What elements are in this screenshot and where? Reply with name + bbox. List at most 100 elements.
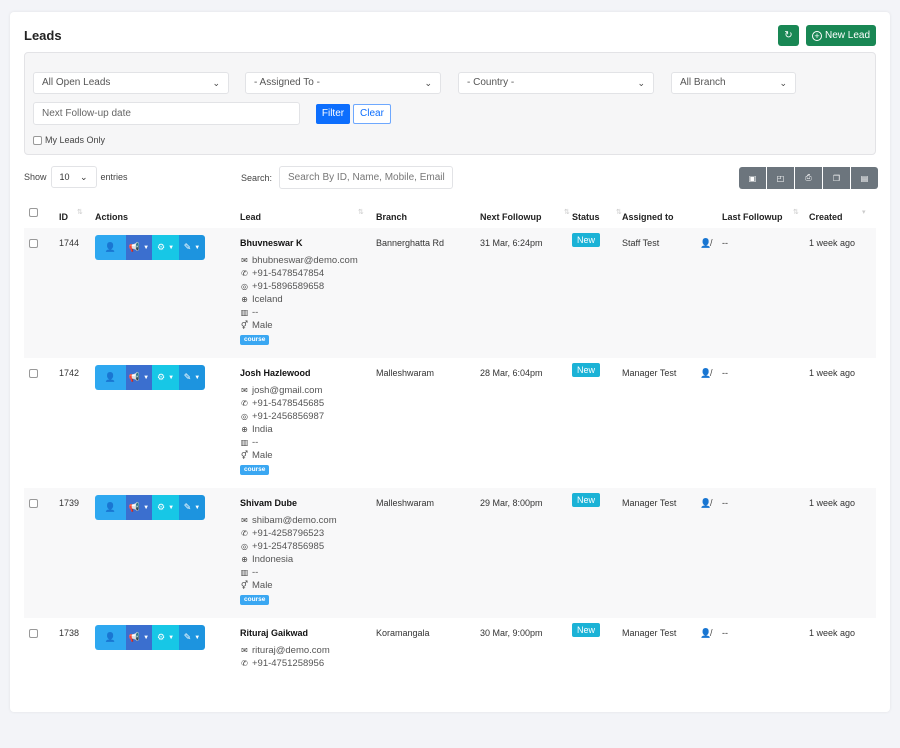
user-clock-icon: 👤 bbox=[104, 242, 117, 252]
assign-user-button[interactable]: 👤 bbox=[95, 625, 126, 650]
branch-value: All Branch bbox=[680, 77, 726, 88]
lead-assigned-to: Manager Test bbox=[622, 628, 677, 638]
column-lead[interactable]: Lead bbox=[240, 212, 261, 222]
assigned-to-value: - Assigned To - bbox=[254, 77, 320, 88]
column-id[interactable]: ID bbox=[59, 212, 68, 222]
my-leads-only-toggle[interactable]: My Leads Only bbox=[33, 135, 105, 145]
lead-last-followup: -- bbox=[722, 498, 728, 508]
edit-dropdown-button[interactable]: ✎ ▼ bbox=[179, 235, 205, 260]
lead-id: 1738 bbox=[59, 628, 80, 638]
assign-user-button[interactable]: 👤 bbox=[95, 235, 126, 260]
lead-gender-value: Male bbox=[252, 450, 273, 461]
column-status[interactable]: Status bbox=[572, 212, 600, 222]
refresh-button[interactable]: ↻ bbox=[778, 25, 799, 46]
lead-phone: ✆ +91-5478547854 bbox=[240, 267, 358, 280]
export-pdf-button[interactable]: ◰ bbox=[767, 167, 794, 189]
print-button[interactable]: ⎙ bbox=[795, 167, 822, 189]
csv-icon: ▤ bbox=[860, 173, 869, 183]
campaign-dropdown-button[interactable]: 📢 ▼ bbox=[126, 495, 152, 520]
lead-company: ▥ -- bbox=[240, 566, 337, 579]
lead-whatsapp: ◎ +91-2547856985 bbox=[240, 540, 337, 553]
campaign-dropdown-button[interactable]: 📢 ▼ bbox=[126, 625, 152, 650]
campaign-dropdown-button[interactable]: 📢 ▼ bbox=[126, 365, 152, 390]
search-input[interactable]: Search By ID, Name, Mobile, Email bbox=[279, 166, 453, 189]
lead-name[interactable]: Bhuvneswar K bbox=[240, 238, 303, 248]
caret-down-icon: ▼ bbox=[168, 244, 175, 251]
lead-gender: ⚥ Male bbox=[240, 319, 358, 332]
filter-panel: All Open Leads ⌄ - Assigned To - ⌄ - Count… bbox=[24, 52, 876, 155]
campaign-dropdown-button[interactable]: 📢 ▼ bbox=[126, 235, 152, 260]
caret-down-icon: ▼ bbox=[168, 634, 175, 641]
row-checkbox[interactable] bbox=[29, 239, 38, 248]
copy-button[interactable]: ❐ bbox=[823, 167, 850, 189]
settings-dropdown-button[interactable]: ⚙ ▼ bbox=[152, 625, 179, 650]
sort-icon: ⇅ bbox=[77, 209, 83, 216]
lead-branch: Malleshwaram bbox=[376, 498, 435, 508]
lead-phone: ✆ +91-4258796523 bbox=[240, 527, 337, 540]
export-csv-button[interactable]: ▤ bbox=[851, 167, 878, 189]
whatsapp-icon: ◎ bbox=[241, 542, 248, 551]
select-all-checkbox[interactable] bbox=[29, 208, 38, 217]
edit-dropdown-button[interactable]: ✎ ▼ bbox=[179, 365, 205, 390]
lead-name[interactable]: Josh Hazlewood bbox=[240, 368, 311, 378]
export-excel-button[interactable]: ▣ bbox=[739, 167, 766, 189]
gear-icon: ⚙ bbox=[156, 242, 166, 252]
gender-icon: ⚥ bbox=[240, 451, 249, 460]
building-icon: ▥ bbox=[240, 438, 249, 447]
lead-name[interactable]: Rituraj Gaikwad bbox=[240, 628, 308, 638]
user-clock-icon: 👤 bbox=[104, 632, 117, 642]
status-cell: New bbox=[572, 493, 601, 507]
lead-status-select[interactable]: All Open Leads ⌄ bbox=[33, 72, 229, 94]
user-edit-icon[interactable]: 👤̸ bbox=[700, 628, 711, 639]
lead-created: 1 week ago bbox=[809, 498, 856, 508]
settings-dropdown-button[interactable]: ⚙ ▼ bbox=[152, 235, 179, 260]
new-lead-button[interactable]: + New Lead bbox=[806, 25, 876, 46]
row-checkbox[interactable] bbox=[29, 369, 38, 378]
my-leads-label: My Leads Only bbox=[45, 135, 106, 145]
lead-email-value: rituraj@demo.com bbox=[252, 645, 330, 656]
lead-status-value: All Open Leads bbox=[42, 77, 111, 88]
next-followup-date-input[interactable]: Next Follow-up date bbox=[33, 102, 300, 125]
assign-user-button[interactable]: 👤 bbox=[95, 365, 126, 390]
settings-dropdown-button[interactable]: ⚙ ▼ bbox=[152, 495, 179, 520]
plus-circle-icon: + bbox=[811, 30, 822, 41]
building-icon: ▥ bbox=[240, 308, 249, 317]
globe-icon: ⊕ bbox=[241, 555, 248, 564]
edit-dropdown-button[interactable]: ✎ ▼ bbox=[179, 495, 205, 520]
caret-down-icon: ▼ bbox=[143, 244, 150, 251]
user-edit-icon[interactable]: 👤̸ bbox=[700, 498, 711, 509]
lead-details: ✉ bhubneswar@demo.com ✆ +91-5478547854 ◎ +91-… bbox=[240, 254, 358, 345]
row-checkbox[interactable] bbox=[29, 629, 38, 638]
entries-select[interactable]: 10 ⌄ bbox=[50, 166, 97, 188]
column-created[interactable]: Created bbox=[809, 212, 843, 222]
my-leads-checkbox[interactable] bbox=[33, 135, 42, 145]
row-actions: 👤 📢 ▼ ⚙ ▼ ✎ ▼ bbox=[95, 495, 205, 520]
gear-icon: ⚙ bbox=[156, 372, 166, 382]
envelope-icon: ✉ bbox=[241, 256, 248, 265]
column-assigned-to[interactable]: Assigned to bbox=[622, 212, 674, 222]
clear-button[interactable]: Clear bbox=[353, 104, 391, 124]
lead-last-followup: -- bbox=[722, 238, 728, 248]
assigned-to-select[interactable]: - Assigned To - ⌄ bbox=[245, 72, 441, 94]
lead-name[interactable]: Shivam Dube bbox=[240, 498, 297, 508]
column-next-followup[interactable]: Next Followup bbox=[480, 212, 542, 222]
edit-dropdown-button[interactable]: ✎ ▼ bbox=[179, 625, 205, 650]
lead-gender-value: Male bbox=[252, 580, 273, 591]
branch-select[interactable]: All Branch ⌄ bbox=[671, 72, 796, 94]
status-cell: New bbox=[572, 233, 601, 247]
status-badge: New bbox=[572, 363, 601, 377]
column-last-followup[interactable]: Last Followup bbox=[722, 212, 783, 222]
user-edit-icon[interactable]: 👤̸ bbox=[700, 238, 711, 249]
user-edit-icon[interactable]: 👤̸ bbox=[700, 368, 711, 379]
bullhorn-icon: 📢 bbox=[128, 632, 141, 642]
lead-phone-value: +91-5478545685 bbox=[252, 398, 325, 409]
assign-user-button[interactable]: 👤 bbox=[95, 495, 126, 520]
settings-dropdown-button[interactable]: ⚙ ▼ bbox=[152, 365, 179, 390]
caret-down-icon: ▼ bbox=[143, 634, 150, 641]
country-select[interactable]: - Country - ⌄ bbox=[458, 72, 654, 94]
lead-email-value: josh@gmail.com bbox=[252, 385, 323, 396]
row-checkbox[interactable] bbox=[29, 499, 38, 508]
column-branch[interactable]: Branch bbox=[376, 212, 407, 222]
caret-down-icon: ▼ bbox=[194, 374, 201, 381]
filter-button[interactable]: Filter bbox=[316, 104, 350, 124]
